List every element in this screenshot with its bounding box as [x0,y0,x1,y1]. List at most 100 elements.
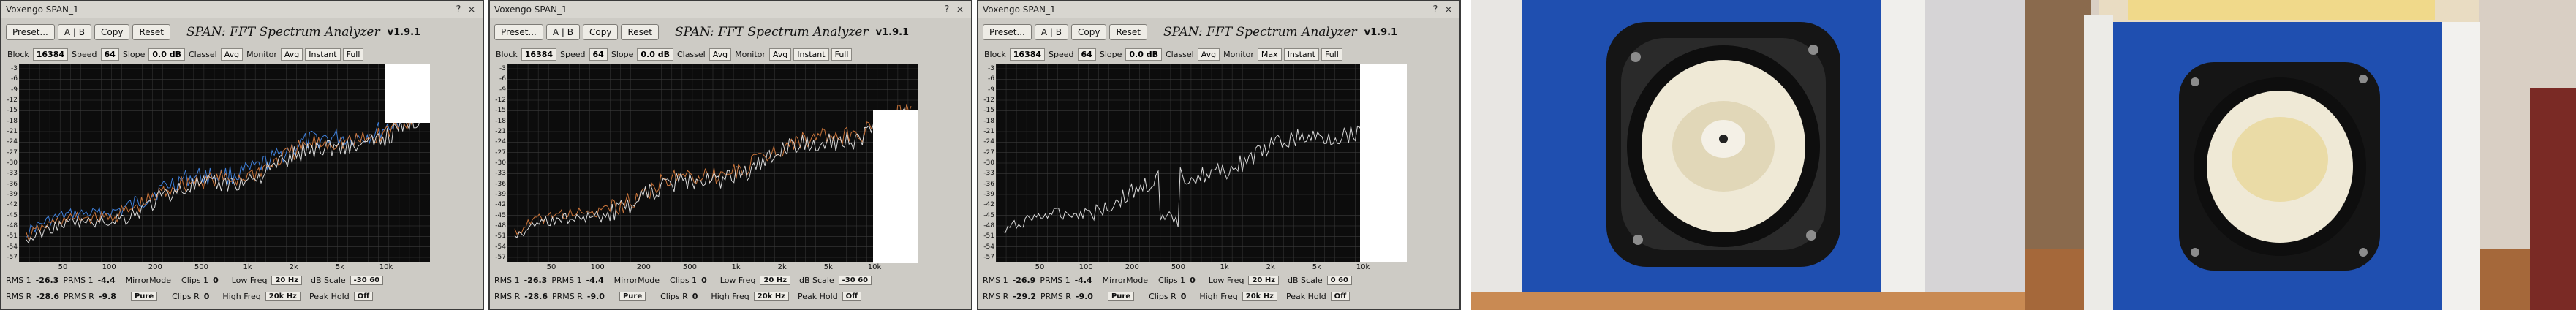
monitor-value[interactable]: Avg [280,48,303,61]
dbscale-value[interactable]: -30 60 [838,275,872,285]
prms1-label: PRMS 1 [551,275,582,285]
highfreq-value[interactable]: 20k Hz [265,291,301,301]
block-value[interactable]: 16384 [32,48,69,61]
ab-button[interactable]: A | B [57,24,91,40]
ab-button[interactable]: A | B [545,24,580,40]
y-tick-label: -42 [7,201,18,209]
monitor-label: Monitor [735,49,766,59]
x-tick-label: 2k [289,263,298,271]
copy-button[interactable]: Copy [94,24,130,40]
spectrum-plot[interactable] [507,64,918,263]
spectrum-svg [507,64,918,262]
clips2-label: Clips R [1149,291,1176,301]
window-title: Voxengo SPAN_1 [494,4,567,15]
x-tick-label: 50 [546,263,556,271]
full-tab[interactable]: Full [1321,48,1342,61]
ab-button[interactable]: A | B [1034,24,1068,40]
block-value[interactable]: 16384 [521,48,557,61]
instant-tab[interactable]: Instant [305,48,341,61]
cabinet-side-right [2442,22,2480,310]
control-row: Block 16384 Speed 64 Slope 0.0 dB Classe… [1,46,483,62]
rms1-value: -26.3 [35,275,59,285]
mirror-value[interactable]: Pure [619,291,646,301]
copy-button[interactable]: Copy [1071,24,1107,40]
prms2-label: PRMS R [1040,291,1071,301]
close-button[interactable]: × [465,4,478,15]
y-tick-label: -18 [7,117,18,125]
reset-button[interactable]: Reset [1109,24,1147,40]
app-name: SPAN: FFT Spectrum Analyzer [1163,25,1357,39]
preset-button[interactable]: Preset... [6,24,55,40]
x-tick-label: 5k [823,263,833,271]
mirror-value[interactable]: Pure [1107,291,1135,301]
reset-button[interactable]: Reset [132,24,170,40]
dbscale-label: dB Scale [799,275,834,285]
rms2-value: -28.6 [524,291,548,301]
slope-value[interactable]: 0.0 dB [148,48,185,61]
dbscale-value[interactable]: 0 60 [1326,275,1353,285]
window-titlebar[interactable]: Voxengo SPAN_1 ? × [978,1,1459,18]
spectrum-plot[interactable] [996,64,1407,262]
prms2-label: PRMS R [551,291,583,301]
instant-tab[interactable]: Instant [793,48,829,61]
y-tick-label: -45 [495,211,506,219]
classel-value[interactable]: Avg [1197,48,1220,61]
lowfreq-value[interactable]: 20 Hz [760,275,791,285]
control-row: Block 16384 Speed 64 Slope 0.0 dB Classe… [490,46,971,62]
help-button[interactable]: ? [452,4,465,15]
speed-value[interactable]: 64 [100,48,119,61]
classel-label: Classel [676,49,706,59]
peakhold-value[interactable]: Off [1330,291,1351,301]
reset-button[interactable]: Reset [621,24,659,40]
close-button[interactable]: × [1442,4,1455,15]
dbscale-value[interactable]: -30 60 [350,275,384,285]
x-axis-ticks: 50 100 200 500 1k 2k 5k 10k [507,263,918,272]
slope-value[interactable]: 0.0 dB [1125,48,1162,61]
speed-value[interactable]: 64 [589,48,608,61]
block-value[interactable]: 16384 [1009,48,1046,61]
highfreq-label: High Freq [222,291,261,301]
block-label: Block [984,49,1006,59]
peakhold-value[interactable]: Off [842,291,862,301]
y-tick-label: -27 [7,148,18,156]
monitor-value[interactable]: Max [1257,48,1282,61]
preset-button[interactable]: Preset... [983,24,1032,40]
window-titlebar[interactable]: Voxengo SPAN_1 ? × [490,1,971,18]
highfreq-label: High Freq [711,291,749,301]
highfreq-value[interactable]: 20k Hz [753,291,790,301]
mirror-label: MirrorMode [1102,275,1149,285]
prms1-value: -4.4 [1074,275,1092,285]
y-tick-label: -48 [983,222,994,230]
stuffing [2232,117,2328,202]
highfreq-value[interactable]: 20k Hz [1242,291,1278,301]
spectrum-plot[interactable] [19,64,430,262]
instant-tab[interactable]: Instant [1283,48,1319,61]
monitor-value[interactable]: Avg [768,48,792,61]
mirror-value[interactable]: Pure [130,291,158,301]
classel-value[interactable]: Avg [709,48,732,61]
full-tab[interactable]: Full [831,48,853,61]
help-button[interactable]: ? [940,4,953,15]
lowfreq-value[interactable]: 20 Hz [271,275,303,285]
x-tick-label: 500 [1171,263,1185,271]
x-tick-label: 100 [590,263,605,271]
full-tab[interactable]: Full [342,48,364,61]
speed-value[interactable]: 64 [1077,48,1096,61]
lowfreq-label: Low Freq [231,275,268,285]
rms1-label: RMS 1 [494,275,520,285]
clips1-value: 0 [1190,275,1196,285]
copy-button[interactable]: Copy [583,24,619,40]
preset-button[interactable]: Preset... [494,24,543,40]
lowfreq-value[interactable]: 20 Hz [1248,275,1280,285]
classel-value[interactable]: Avg [220,48,243,61]
y-tick-label: -30 [983,159,994,167]
y-tick-label: -36 [7,180,18,188]
help-button[interactable]: ? [1429,4,1442,15]
window-titlebar[interactable]: Voxengo SPAN_1 ? × [1,1,483,18]
clips2-value: 0 [1180,291,1187,301]
close-button[interactable]: × [953,4,967,15]
peakhold-value[interactable]: Off [353,291,374,301]
slope-value[interactable]: 0.0 dB [637,48,673,61]
app-version: v1.9.1 [387,26,421,38]
clips1-value: 0 [701,275,707,285]
